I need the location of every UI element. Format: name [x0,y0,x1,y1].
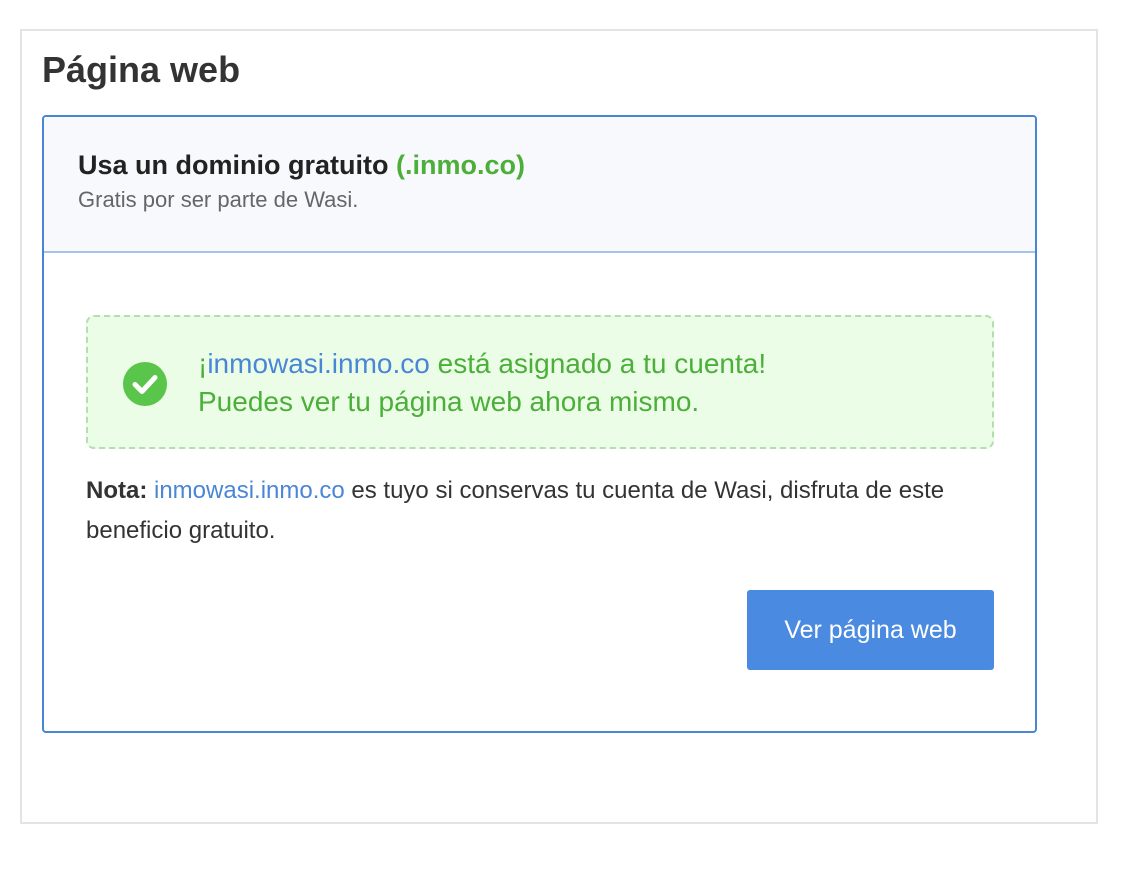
card-header-title-accent: (.inmo.co) [396,150,526,180]
success-line-2: Puedes ver tu página web ahora mismo. [198,386,700,417]
page-title: Página web [42,49,241,90]
success-alert: ¡inmowasi.inmo.co está asignado a tu cue… [86,315,994,449]
success-line-1-suffix: está asignado a tu cuenta! [429,348,767,379]
check-circle-icon [123,362,167,406]
note-domain-link[interactable]: inmowasi.inmo.co [154,477,345,504]
success-domain-link[interactable]: inmowasi.inmo.co [207,348,430,379]
view-website-button[interactable]: Ver página web [747,590,994,670]
card-header: Usa un dominio gratuito (.inmo.co) Grati… [44,117,1035,253]
success-message: ¡inmowasi.inmo.co está asignado a tu cue… [198,345,766,421]
success-line-1: ¡inmowasi.inmo.co está asignado a tu cue… [198,345,766,383]
free-domain-card: Usa un dominio gratuito (.inmo.co) Grati… [42,115,1037,733]
note-text: Nota: inmowasi.inmo.co es tuyo si conser… [86,471,996,551]
success-prefix: ¡ [198,348,208,379]
card-header-title-text: Usa un dominio gratuito [78,150,389,180]
card-header-title: Usa un dominio gratuito (.inmo.co) [78,148,525,182]
card-header-subtitle: Gratis por ser parte de Wasi. [78,187,359,212]
note-label: Nota: [86,477,148,504]
